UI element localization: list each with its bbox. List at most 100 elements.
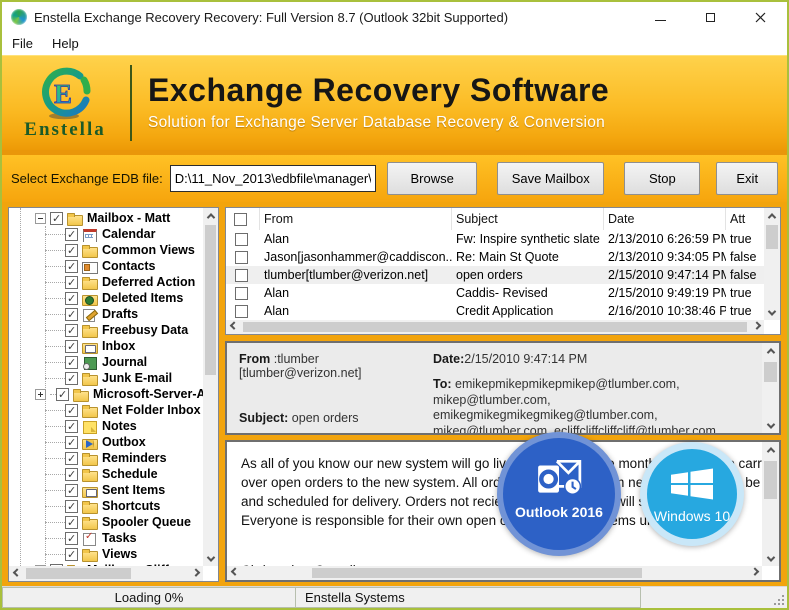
- checkbox[interactable]: [65, 276, 78, 289]
- column-header-att[interactable]: Att: [726, 208, 764, 230]
- tree-item-microsoft-server[interactable]: Microsoft-Server-Act: [9, 386, 203, 402]
- scroll-left-icon[interactable]: [227, 566, 242, 581]
- scrollbar-thumb[interactable]: [764, 461, 777, 499]
- checkbox[interactable]: [65, 244, 78, 257]
- tree-item-reminders[interactable]: Reminders: [9, 450, 203, 466]
- checkbox[interactable]: [65, 372, 78, 385]
- scroll-down-icon[interactable]: [763, 418, 778, 433]
- scroll-down-icon[interactable]: [203, 551, 218, 566]
- checkbox[interactable]: [65, 404, 78, 417]
- column-header-date[interactable]: Date: [604, 208, 726, 230]
- mail-row[interactable]: Jason[jasonhammer@caddiscon... Re: Main …: [226, 248, 764, 266]
- mail-row-selected[interactable]: tlumber[tlumber@verizon.net] open orders…: [226, 266, 764, 284]
- scrollbar-thumb[interactable]: [764, 362, 777, 382]
- collapse-expander-icon[interactable]: [35, 213, 46, 224]
- tree-item-calendar[interactable]: Calendar: [9, 226, 203, 242]
- scrollbar-thumb[interactable]: [766, 225, 778, 249]
- body-horizontal-scrollbar[interactable]: [227, 566, 762, 580]
- checkbox[interactable]: [65, 548, 78, 561]
- tree-item-spooler-queue[interactable]: Spooler Queue: [9, 514, 203, 530]
- tree-item-views[interactable]: Views: [9, 546, 203, 562]
- exit-button[interactable]: Exit: [716, 162, 778, 195]
- maximize-button[interactable]: [703, 9, 717, 25]
- checkbox[interactable]: [65, 228, 78, 241]
- mail-row[interactable]: Alan Caddis- Revised 2/15/2010 9:49:19 P…: [226, 284, 764, 302]
- tree-item-mailbox-cliff[interactable]: Mailbox - Cliff: [9, 562, 203, 566]
- checkbox[interactable]: [65, 468, 78, 481]
- tree-item-contacts[interactable]: Contacts: [9, 258, 203, 274]
- tree-item-sent-items[interactable]: Sent Items: [9, 482, 203, 498]
- scroll-right-icon[interactable]: [749, 320, 764, 335]
- scroll-down-icon[interactable]: [763, 551, 778, 566]
- scroll-right-icon[interactable]: [747, 566, 762, 581]
- tree-item-tasks[interactable]: Tasks: [9, 530, 203, 546]
- checkbox[interactable]: [235, 287, 248, 300]
- checkbox[interactable]: [235, 269, 248, 282]
- header-vertical-scrollbar[interactable]: [762, 343, 779, 433]
- body-vertical-scrollbar[interactable]: [762, 442, 779, 566]
- checkbox[interactable]: [235, 233, 248, 246]
- tree-item-inbox[interactable]: Inbox: [9, 338, 203, 354]
- close-button[interactable]: [753, 9, 767, 25]
- tree-item-drafts[interactable]: Drafts: [9, 306, 203, 322]
- tree-item-schedule[interactable]: Schedule: [9, 466, 203, 482]
- checkbox[interactable]: [50, 212, 63, 225]
- select-all-checkbox[interactable]: [234, 213, 247, 226]
- checkbox[interactable]: [65, 260, 78, 273]
- mail-list-horizontal-scrollbar[interactable]: [226, 320, 764, 334]
- expand-expander-icon[interactable]: [35, 565, 46, 567]
- checkbox[interactable]: [65, 484, 78, 497]
- checkbox[interactable]: [65, 292, 78, 305]
- column-header-from[interactable]: From: [260, 208, 452, 230]
- tree-item-outbox[interactable]: Outbox: [9, 434, 203, 450]
- tree-item-deleted-items[interactable]: Deleted Items: [9, 290, 203, 306]
- tree-item-junk-email[interactable]: Junk E-mail: [9, 370, 203, 386]
- minimize-button[interactable]: [653, 9, 667, 25]
- scroll-down-icon[interactable]: [765, 305, 780, 320]
- tree-item-notes[interactable]: Notes: [9, 418, 203, 434]
- checkbox[interactable]: [65, 324, 78, 337]
- edb-path-input[interactable]: [170, 165, 377, 192]
- scrollbar-thumb[interactable]: [243, 322, 747, 332]
- checkbox[interactable]: [65, 500, 78, 513]
- checkbox[interactable]: [50, 564, 63, 567]
- tree-item-common-views[interactable]: Common Views: [9, 242, 203, 258]
- browse-button[interactable]: Browse: [387, 162, 477, 195]
- scroll-left-icon[interactable]: [226, 320, 241, 335]
- mail-row[interactable]: Alan Credit Application 2/16/2010 10:38:…: [226, 302, 764, 320]
- checkbox[interactable]: [65, 532, 78, 545]
- resize-grip[interactable]: [774, 595, 785, 606]
- tree-item-journal[interactable]: Journal: [9, 354, 203, 370]
- checkbox[interactable]: [65, 340, 78, 353]
- column-header-subject[interactable]: Subject: [452, 208, 604, 230]
- checkbox[interactable]: [65, 516, 78, 529]
- checkbox[interactable]: [65, 420, 78, 433]
- tree-vertical-scrollbar[interactable]: [203, 208, 218, 566]
- scrollbar-thumb[interactable]: [26, 568, 131, 579]
- mail-list-vertical-scrollbar[interactable]: [764, 208, 780, 320]
- expand-expander-icon[interactable]: [35, 389, 46, 400]
- tree-item-deferred-action[interactable]: Deferred Action: [9, 274, 203, 290]
- stop-button[interactable]: Stop: [624, 162, 700, 195]
- menu-file[interactable]: File: [12, 36, 33, 51]
- scroll-right-icon[interactable]: [188, 566, 203, 581]
- scrollbar-thumb[interactable]: [205, 225, 216, 375]
- checkbox[interactable]: [56, 388, 69, 401]
- save-mailbox-button[interactable]: Save Mailbox: [497, 162, 604, 195]
- tree-item-shortcuts[interactable]: Shortcuts: [9, 498, 203, 514]
- checkbox[interactable]: [65, 436, 78, 449]
- scrollbar-thumb[interactable]: [312, 568, 642, 578]
- tree-horizontal-scrollbar[interactable]: [9, 566, 203, 581]
- checkbox[interactable]: [235, 305, 248, 318]
- scroll-up-icon[interactable]: [763, 442, 778, 457]
- checkbox[interactable]: [65, 356, 78, 369]
- scroll-left-icon[interactable]: [9, 566, 24, 581]
- menu-help[interactable]: Help: [52, 36, 79, 51]
- checkbox[interactable]: [235, 251, 248, 264]
- checkbox[interactable]: [65, 308, 78, 321]
- checkbox[interactable]: [65, 452, 78, 465]
- tree-item-net-folder-inbox[interactable]: Net Folder Inbox: [9, 402, 203, 418]
- scroll-up-icon[interactable]: [765, 208, 780, 223]
- tree-item-mailbox-matt[interactable]: Mailbox - Matt: [9, 210, 203, 226]
- scroll-up-icon[interactable]: [203, 208, 218, 223]
